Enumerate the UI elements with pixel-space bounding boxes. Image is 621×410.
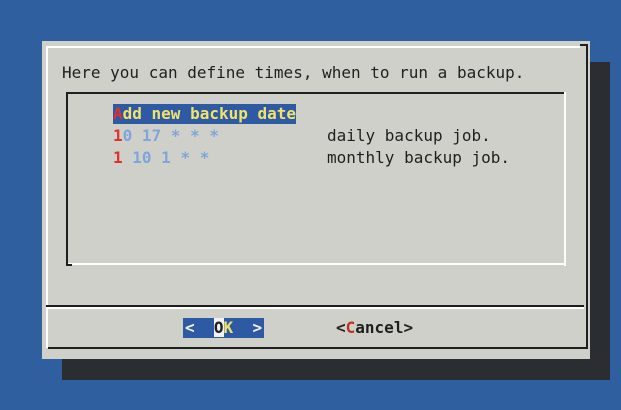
list-border-bottom: [68, 263, 566, 265]
hotkey-letter: C: [345, 318, 356, 337]
list-item-add-new-backup-date[interactable]: Add new backup date: [113, 104, 297, 124]
button-label-rest: ancel>: [355, 318, 414, 337]
hotkey-letter: 1: [113, 148, 123, 167]
list-border-corner: [66, 258, 72, 266]
list-border-right: [564, 92, 566, 266]
list-item-monthly-backup[interactable]: 1 10 1 * *: [113, 148, 209, 168]
list-item-description: daily backup job.: [327, 126, 491, 145]
cancel-button[interactable]: <Cancel>: [336, 318, 413, 338]
button-bracket-left: <: [336, 318, 346, 337]
list-border-top: [66, 92, 564, 94]
dialog-prompt: Here you can define times, when to run a…: [62, 63, 525, 82]
ok-button[interactable]: < OK >: [183, 318, 265, 338]
hotkey-letter: 1: [113, 126, 123, 145]
button-separator-highlight: [48, 307, 584, 309]
hotkey-letter: A: [113, 104, 123, 123]
dialog-border-left: [46, 46, 48, 348]
separator-corner: [580, 299, 588, 307]
dialog-border-corner: [580, 44, 588, 46]
hotkey-letter: K: [223, 318, 234, 337]
button-bracket-left: <: [185, 318, 214, 337]
list-item-label: dd new backup date: [122, 104, 297, 123]
list-item-description: monthly backup job.: [327, 148, 511, 167]
dialog-border-bottom: [48, 347, 588, 349]
list-item-schedule: 10 1 * *: [122, 148, 210, 167]
button-bracket-right: >: [233, 318, 263, 337]
list-item-schedule: 0 17 * * *: [122, 126, 219, 145]
list-item-daily-backup[interactable]: 10 17 * * *: [113, 126, 219, 146]
button-cursor: O: [213, 318, 224, 337]
dialog-border-top: [46, 46, 580, 48]
list-border-left: [66, 92, 68, 266]
